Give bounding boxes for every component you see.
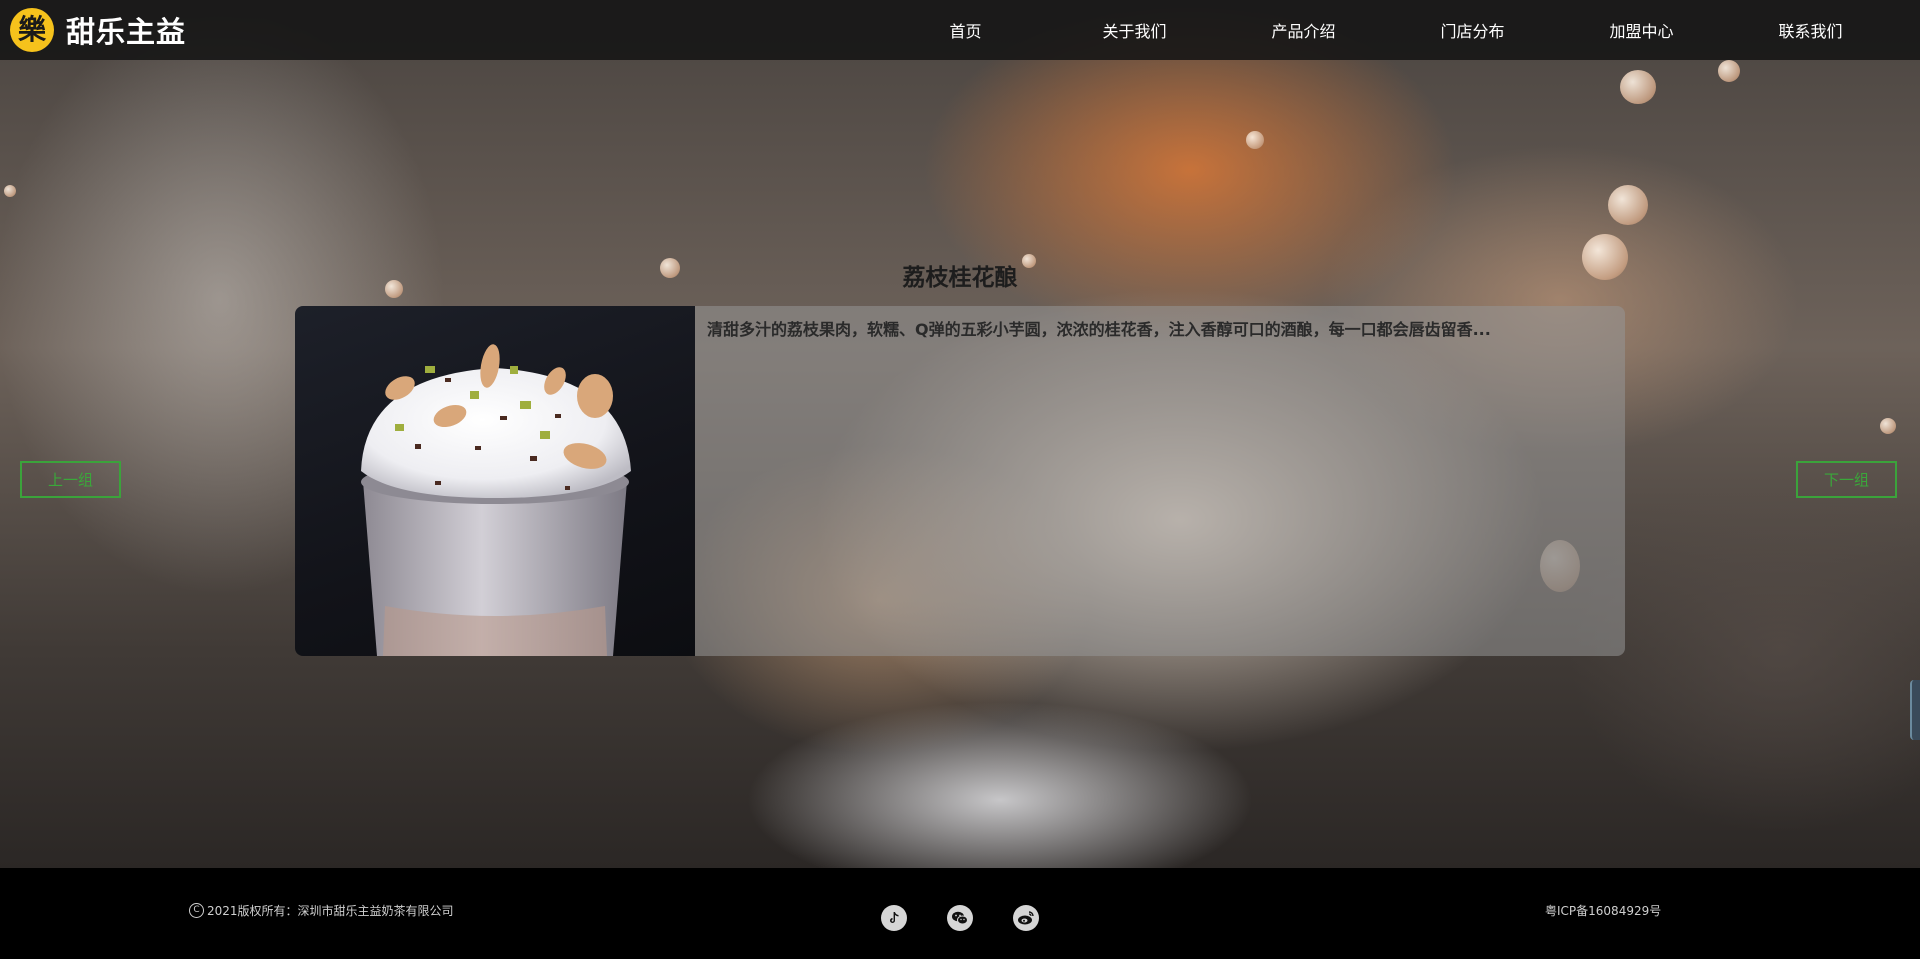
tiktok-glyph	[890, 912, 899, 923]
nav-item-about[interactable]: 关于我们	[1050, 18, 1219, 42]
next-group-button[interactable]: 下一组	[1796, 461, 1897, 498]
weibo-icon[interactable]	[1013, 905, 1039, 931]
splash-droplet	[1608, 185, 1648, 225]
top-navbar: 樂 甜乐主益 首页 关于我们 产品介绍 门店分布 加盟中心 联系我们	[0, 0, 1920, 60]
main-nav: 首页 关于我们 产品介绍 门店分布 加盟中心 联系我们	[881, 0, 1895, 60]
prev-group-button[interactable]: 上一组	[20, 461, 121, 498]
wechat-icon[interactable]	[947, 905, 973, 931]
splash-droplet	[1246, 131, 1264, 149]
logo-badge-icon: 樂	[10, 8, 54, 52]
wechat-glyph	[952, 911, 968, 925]
copyright: C 2021版权所有：深圳市甜乐主益奶茶有限公司	[189, 902, 454, 919]
splash-droplet	[4, 185, 16, 197]
tiktok-icon[interactable]	[881, 905, 907, 931]
brand-name: 甜乐主益	[66, 15, 187, 49]
nav-item-stores[interactable]: 门店分布	[1388, 18, 1557, 42]
nav-item-home[interactable]: 首页	[881, 18, 1050, 42]
footer: C 2021版权所有：深圳市甜乐主益奶茶有限公司 粤ICP备16084929号	[0, 868, 1920, 959]
copyright-text: 2021版权所有：深圳市甜乐主益奶茶有限公司	[207, 904, 454, 918]
nav-item-products[interactable]: 产品介绍	[1219, 18, 1388, 42]
product-title: 荔枝桂花酿	[902, 265, 1018, 291]
weibo-glyph	[1018, 911, 1034, 925]
product-description: 清甜多汁的荔枝果肉，软糯、Q弹的五彩小芋圆，浓浓的桂花香，注入香醇可口的酒酿，每…	[707, 320, 1491, 339]
side-float-tab[interactable]	[1910, 680, 1920, 740]
product-card[interactable]: 清甜多汁的荔枝果肉，软糯、Q弹的五彩小芋圆，浓浓的桂花香，注入香醇可口的酒酿，每…	[295, 306, 1625, 656]
drink-cup-illustration	[361, 344, 631, 656]
product-description-panel: 清甜多汁的荔枝果肉，软糯、Q弹的五彩小芋圆，浓浓的桂花香，注入香醇可口的酒酿，每…	[695, 306, 1625, 656]
splash-droplet	[1718, 60, 1740, 82]
product-image	[295, 306, 695, 656]
nav-item-franchise[interactable]: 加盟中心	[1557, 18, 1726, 42]
copyright-icon: C	[189, 903, 204, 918]
icp-record[interactable]: 粤ICP备16084929号	[1545, 902, 1661, 919]
splash-droplet	[1880, 418, 1896, 434]
nav-item-contact[interactable]: 联系我们	[1726, 18, 1895, 42]
brand-logo[interactable]: 樂 甜乐主益	[10, 8, 186, 52]
splash-droplet	[1620, 70, 1656, 104]
